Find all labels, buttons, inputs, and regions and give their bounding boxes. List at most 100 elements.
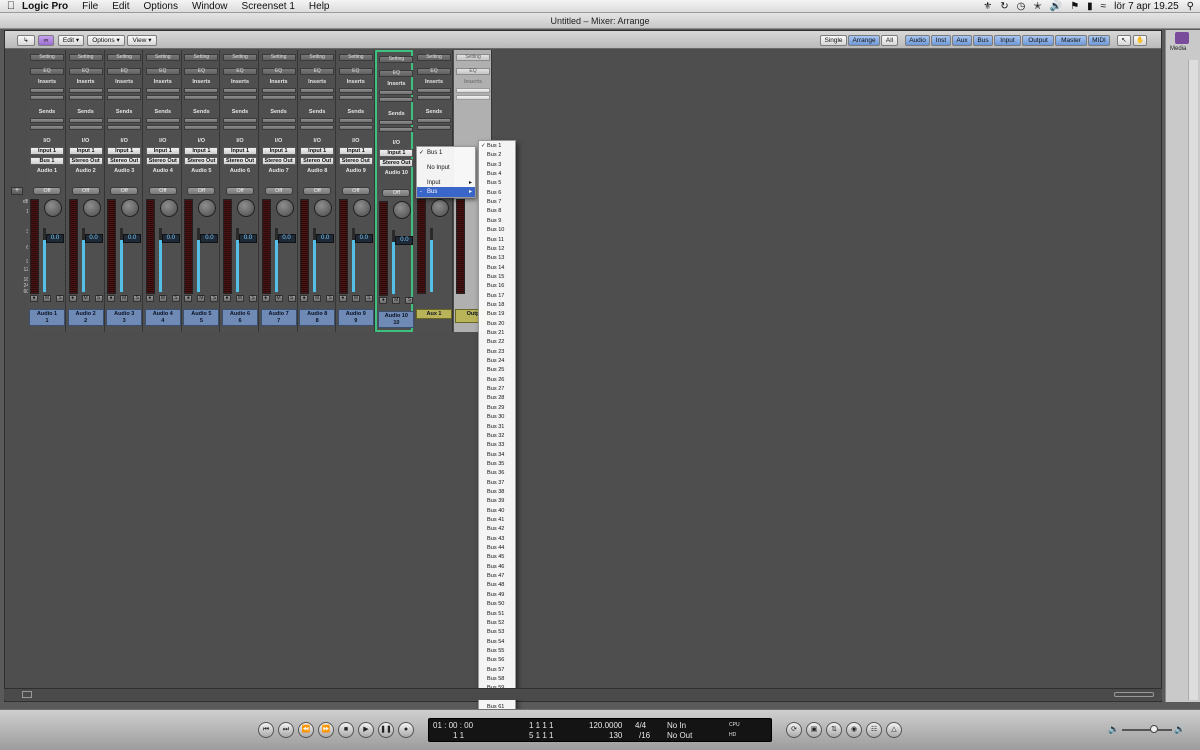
insert-slot[interactable] — [107, 88, 142, 93]
strip-name[interactable]: Audio 10 10 — [378, 311, 415, 328]
automation-off-button[interactable]: Off — [148, 187, 177, 195]
bus-menu-item[interactable]: Bus 50 — [479, 600, 515, 609]
mode-arrange-button[interactable]: Arrange — [848, 35, 880, 46]
send-slot[interactable] — [184, 118, 219, 123]
insert-slot[interactable] — [223, 95, 257, 100]
menu-options[interactable]: Options — [143, 1, 177, 12]
sync-icon[interactable]: ☷ — [866, 722, 882, 738]
bus-menu-item[interactable]: Bus 21 — [479, 329, 515, 338]
filter-input-button[interactable]: Input — [994, 35, 1021, 46]
bar-position[interactable]: 1 1 1 1 — [529, 721, 553, 730]
automation-off-button[interactable]: Off — [303, 187, 332, 195]
bus-menu-item[interactable]: Bus 13 — [479, 254, 515, 263]
output-button[interactable]: Stereo Out — [300, 157, 335, 165]
pan-knob[interactable] — [44, 199, 62, 217]
master-volume-knob[interactable] — [1150, 725, 1158, 733]
menu-edit[interactable]: Edit — [112, 1, 129, 12]
insert-slot[interactable] — [417, 88, 451, 93]
bus-menu-item[interactable]: Bus 54 — [479, 638, 515, 647]
bus-menu-item[interactable]: Bus 45 — [479, 553, 515, 562]
filter-output-button[interactable]: Output — [1022, 35, 1054, 46]
setting-button[interactable]: Setting — [456, 54, 490, 61]
strip-name[interactable]: Audio 66 — [222, 309, 258, 326]
setting-button[interactable]: Setting — [30, 54, 64, 61]
automation-off-button[interactable]: Off — [110, 187, 139, 195]
media-label[interactable]: Media — [1170, 46, 1186, 52]
mute-button[interactable]: M — [120, 295, 129, 302]
eq-button[interactable]: EQ — [300, 68, 335, 75]
bus-menu-item[interactable]: Bus 41 — [479, 516, 515, 525]
solo-button[interactable]: S — [56, 295, 64, 302]
insert-slot[interactable] — [300, 88, 335, 93]
record-enable-button[interactable]: ● — [68, 295, 77, 302]
eq-button[interactable]: EQ — [379, 70, 414, 77]
bus-menu-item[interactable]: Bus 27 — [479, 385, 515, 394]
send-slot[interactable] — [68, 125, 103, 130]
menu-item-bus[interactable]: - Bus ▸ — [417, 187, 475, 197]
mute-button[interactable]: M — [351, 295, 360, 302]
bus-menu-item[interactable]: Bus 33 — [479, 441, 515, 450]
options-menu-button[interactable]: Options ▾ — [87, 35, 125, 46]
bus-menu-item[interactable]: Bus 32 — [479, 432, 515, 441]
setting-button[interactable]: Setting — [261, 54, 296, 61]
bus-menu-item[interactable]: Bus 37 — [479, 479, 515, 488]
send-slot[interactable] — [107, 118, 142, 123]
bus-menu-item[interactable]: Bus 28 — [479, 394, 515, 403]
view-menu-button[interactable]: View ▾ — [127, 35, 157, 46]
output-button[interactable]: Stereo Out — [379, 159, 414, 167]
filter-bus-button[interactable]: Bus — [973, 35, 993, 46]
tempo-value[interactable]: 120.0000 — [589, 721, 622, 730]
bus-menu-item[interactable]: Bus 46 — [479, 563, 515, 572]
eq-button[interactable]: EQ — [456, 68, 490, 75]
automation-off-button[interactable]: Off — [33, 187, 61, 195]
bluetooth-icon[interactable]: ✭ — [1033, 1, 1041, 12]
bus-menu-item[interactable]: Bus 44 — [479, 544, 515, 553]
menu-item-no-input[interactable]: No Input — [417, 163, 475, 173]
bus-menu-item[interactable]: Bus 56 — [479, 656, 515, 665]
automation-off-button[interactable]: Off — [382, 189, 411, 197]
strip-name[interactable]: Audio 11 — [29, 309, 65, 326]
solo-button[interactable]: S — [249, 295, 257, 302]
edit-menu-button[interactable]: Edit ▾ — [58, 35, 84, 46]
insert-slot[interactable] — [184, 95, 219, 100]
mute-button[interactable]: M — [313, 295, 322, 302]
filter-master-button[interactable]: Master — [1055, 35, 1087, 46]
insert-slot[interactable] — [456, 88, 490, 93]
bus-menu-item[interactable]: Bus 10 — [479, 226, 515, 235]
output-button[interactable]: Stereo Out — [261, 157, 296, 165]
rewind-icon[interactable]: ⏪ — [298, 722, 314, 738]
strip-name[interactable]: Audio 99 — [337, 309, 374, 326]
pan-knob[interactable] — [314, 199, 333, 217]
input-button[interactable]: Input 1 — [338, 147, 373, 155]
bus-menu-item[interactable]: ✓ Bus 1 — [479, 142, 515, 151]
bus-menu-item[interactable]: Bus 38 — [479, 488, 515, 497]
scrollbar[interactable] — [1188, 60, 1198, 700]
bus-menu-item[interactable]: Bus 34 — [479, 451, 515, 460]
wifi-icon[interactable]: ≈ — [1101, 1, 1107, 12]
bus-menu-item[interactable]: Bus 43 — [479, 535, 515, 544]
filter-inst-button[interactable]: Inst — [931, 35, 951, 46]
send-slot[interactable] — [184, 125, 219, 130]
go-to-position-icon[interactable]: ⏭ — [278, 722, 294, 738]
bus-menu-item[interactable]: Bus 49 — [479, 591, 515, 600]
output-button[interactable]: Stereo Out — [107, 157, 142, 165]
pan-knob[interactable] — [82, 199, 101, 217]
pan-knob[interactable] — [237, 199, 255, 217]
insert-slot[interactable] — [338, 95, 373, 100]
time-signature[interactable]: 4/4 — [635, 721, 646, 730]
send-slot[interactable] — [379, 120, 414, 125]
bus-menu-item[interactable]: Bus 5 — [479, 179, 515, 188]
send-slot[interactable] — [223, 125, 257, 130]
record-enable-button[interactable]: ● — [261, 295, 270, 302]
record-enable-button[interactable]: ● — [338, 295, 347, 302]
output-button[interactable]: Stereo Out — [338, 157, 373, 165]
insert-slot[interactable] — [300, 95, 335, 100]
forward-icon[interactable]: ⏩ — [318, 722, 334, 738]
bus-menu-item[interactable]: Bus 24 — [479, 357, 515, 366]
bus-menu-item[interactable]: Bus 35 — [479, 460, 515, 469]
bus-menu-item[interactable]: Bus 31 — [479, 423, 515, 432]
bus-menu-item[interactable]: Bus 4 — [479, 170, 515, 179]
mute-button[interactable]: M — [392, 297, 401, 304]
output-button[interactable]: Stereo Out — [145, 157, 180, 165]
insert-slot[interactable] — [184, 88, 219, 93]
